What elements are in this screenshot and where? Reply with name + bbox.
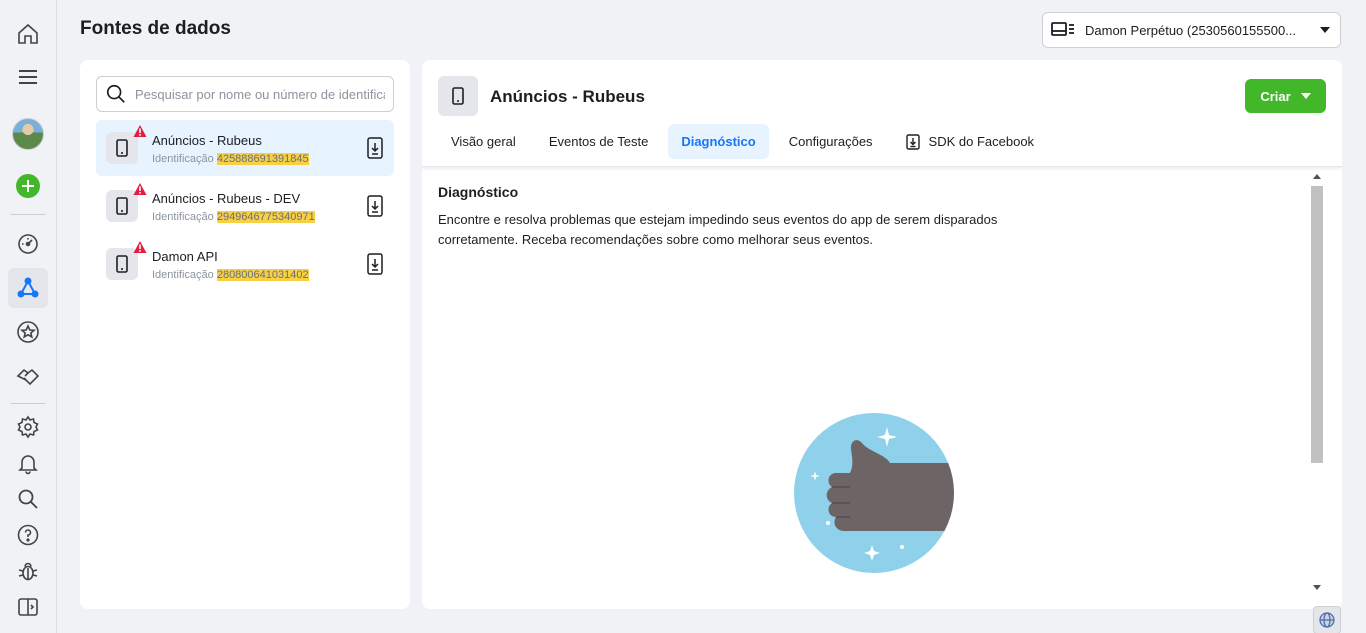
app-thumbnail	[106, 183, 147, 222]
source-id-value: 280800641031402	[216, 268, 309, 281]
search-icon	[106, 84, 125, 103]
handshake-icon[interactable]	[8, 356, 48, 396]
avatar[interactable]	[8, 114, 48, 154]
app-thumbnail	[438, 76, 478, 116]
mobile-phone-icon	[116, 197, 128, 215]
bug-icon[interactable]	[8, 551, 48, 591]
sidebar-toggle-icon[interactable]	[8, 587, 48, 627]
scroll-down-arrow-icon[interactable]	[1313, 585, 1321, 590]
app-thumbnail	[106, 241, 147, 280]
tab-test-events[interactable]: Eventos de Teste	[536, 124, 662, 159]
list-item[interactable]: Anúncios - Rubeus Identificação 42588869…	[96, 120, 394, 176]
tab-diagnostics[interactable]: Diagnóstico	[668, 124, 769, 159]
sdk-download-icon[interactable]	[366, 137, 384, 159]
sdk-download-icon[interactable]	[366, 253, 384, 275]
warning-icon	[133, 125, 147, 137]
list-item[interactable]: Anúncios - Rubeus - DEV Identificação 29…	[96, 178, 394, 234]
list-item[interactable]: Damon API Identificação 280800641031402	[96, 236, 394, 292]
nav-rail	[0, 0, 57, 633]
mobile-phone-icon	[452, 87, 464, 105]
tab-label: Diagnóstico	[681, 134, 756, 149]
mobile-phone-icon	[116, 139, 128, 157]
tab-bar: Visão geral Eventos de Teste Diagnóstico…	[438, 124, 1054, 159]
help-icon[interactable]	[8, 515, 48, 555]
source-id-value: 2949646775340971	[216, 210, 315, 223]
bell-icon[interactable]	[8, 443, 48, 483]
tab-facebook-sdk[interactable]: SDK do Facebook	[893, 124, 1048, 159]
chevron-down-icon	[1300, 93, 1311, 99]
warning-icon	[133, 241, 147, 253]
source-name: Anúncios - Rubeus - DEV	[152, 190, 301, 206]
mobile-phone-icon	[116, 255, 128, 273]
business-account-icon	[1051, 21, 1075, 39]
detail-title: Anúncios - Rubeus	[490, 87, 645, 106]
tab-overview[interactable]: Visão geral	[438, 124, 529, 159]
globe-icon	[1319, 612, 1335, 628]
page-title: Fontes de dados	[80, 18, 231, 39]
language-button[interactable]	[1313, 606, 1341, 633]
create-icon[interactable]	[8, 166, 48, 206]
chevron-down-icon	[1320, 27, 1330, 33]
source-id-label: Identificação	[152, 210, 214, 223]
plus-circle-icon	[16, 174, 40, 198]
detail-header: Anúncios - Rubeus Criar Visão geral Even…	[422, 60, 1342, 167]
tab-label: SDK do Facebook	[928, 134, 1035, 149]
source-name: Damon API	[152, 248, 218, 264]
tab-label: Configurações	[788, 134, 873, 149]
download-icon	[905, 133, 920, 150]
app-thumbnail	[106, 125, 147, 164]
diagnostics-description: Encontre e resolva problemas que estejam…	[438, 212, 998, 247]
account-selector-label: Damon Perpétuo (2530560155500...	[1085, 22, 1297, 38]
gear-icon[interactable]	[8, 407, 48, 447]
source-id-label: Identificação	[152, 268, 214, 281]
source-name: Anúncios - Rubeus	[152, 132, 262, 148]
tab-settings[interactable]: Configurações	[776, 124, 886, 159]
source-id-label: Identificação	[152, 152, 214, 165]
search-input[interactable]	[135, 86, 385, 102]
warning-icon	[133, 183, 147, 195]
source-id: Identificação 2949646775340971	[152, 210, 366, 223]
search-box[interactable]	[96, 76, 394, 112]
create-button[interactable]: Criar	[1245, 79, 1326, 113]
scrollbar-thumb[interactable]	[1311, 186, 1323, 463]
home-icon[interactable]	[8, 14, 48, 54]
dashboard-gauge-icon[interactable]	[8, 224, 48, 264]
rail-divider	[10, 214, 46, 215]
source-detail-panel: Anúncios - Rubeus Criar Visão geral Even…	[422, 60, 1342, 609]
tab-label: Visão geral	[451, 134, 516, 149]
data-sources-icon[interactable]	[8, 268, 48, 308]
sdk-download-icon[interactable]	[366, 195, 384, 217]
scroll-up-arrow-icon[interactable]	[1313, 174, 1321, 179]
source-id-value: 425888691391845	[216, 152, 309, 165]
data-sources-panel: Anúncios - Rubeus Identificação 42588869…	[80, 60, 410, 609]
source-id: Identificação 280800641031402	[152, 268, 366, 281]
account-selector[interactable]: Damon Perpétuo (2530560155500...	[1042, 12, 1341, 48]
search-icon[interactable]	[8, 479, 48, 519]
scrollbar[interactable]	[1309, 170, 1325, 594]
thumbs-up-illustration	[794, 413, 954, 573]
menu-icon[interactable]	[8, 57, 48, 97]
profile-picture	[12, 118, 44, 150]
diagnostics-title: Diagnóstico	[438, 184, 519, 200]
tab-label: Eventos de Teste	[548, 134, 649, 149]
create-button-label: Criar	[1260, 88, 1291, 104]
source-list: Anúncios - Rubeus Identificação 42588869…	[96, 120, 394, 294]
star-icon[interactable]	[8, 312, 48, 352]
rail-divider	[10, 403, 46, 404]
source-id: Identificação 425888691391845	[152, 152, 366, 165]
